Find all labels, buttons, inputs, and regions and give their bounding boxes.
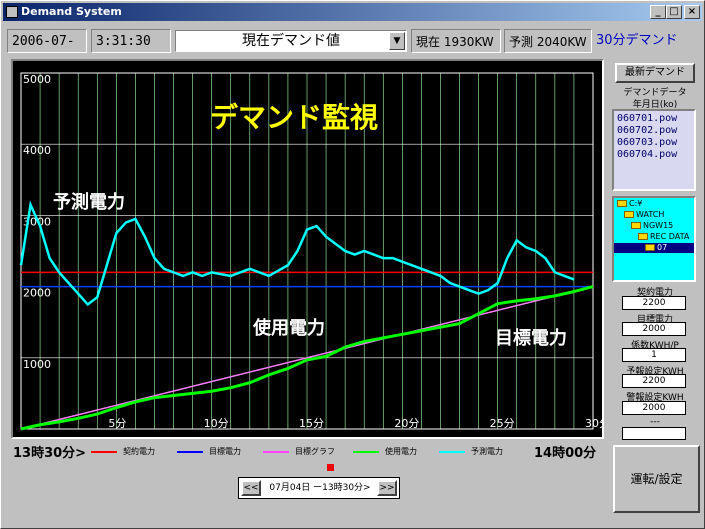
file-list[interactable]: 060701.pow 060702.pow 060703.pow 060704.… [612,109,696,191]
app-icon [6,6,18,18]
tree-item[interactable]: REC DATA [638,232,689,242]
alarm-value: 2200 [622,374,686,388]
legend-swatch [263,450,289,453]
chart-svg: 50004000300020001000 5分10分15分20分25分30分 デ… [19,72,610,431]
y-tick-label: 2000 [23,287,51,300]
current-demand-display: 現在 1930KW [411,29,501,53]
period-display: 30分デマンド [594,29,700,53]
folder-icon [617,200,627,207]
title-bar[interactable]: Demand System _ □ × [3,3,702,21]
mode-select[interactable]: 現在デマンド値 ▼ [175,30,407,52]
maximize-button[interactable]: □ [666,5,682,19]
time-display: 3:31:30 [91,29,171,53]
legend-swatch [91,450,117,453]
date-display: 2006-07-04 [7,29,87,73]
demand-chart: 50004000300020001000 5分10分15分20分25分30分 デ… [11,59,610,439]
side-panel: 最新デマンド デマンドデータ 年月日(ko) 060701.pow 060702… [609,59,701,440]
app-window: Demand System _ □ × 2006-07-04 3:31:30 現… [0,0,705,529]
contract-value: 2200 [622,296,686,310]
window-controls: _ □ × [650,5,700,19]
chart-title: デマンド監視 [210,101,378,134]
tree-item[interactable]: NGW15 [631,221,673,231]
legend-item: 予測電力 [439,446,503,457]
close-button[interactable]: × [684,5,700,19]
usage-annotation: 使用電力 [252,318,325,339]
time-marker [327,464,334,471]
window-title: Demand System [21,5,122,18]
x-tick-label: 10分 [204,417,229,430]
start-time-label: 13時30分> [13,446,87,461]
next-button[interactable]: >> [377,480,397,496]
x-axis-labels: 5分 10分 15分 20分 25分 30分 [108,417,610,430]
list-item[interactable]: 060704.pow [617,149,691,161]
directory-tree[interactable]: C:¥ WATCH NGW15 REC DATA 07 [612,196,696,282]
legend-swatch [177,450,203,453]
target-value: 2000 [622,322,686,336]
mode-select-value: 現在デマンド値 [242,33,340,49]
tree-item-selected[interactable]: 07 [614,243,694,253]
x-tick-label: 20分 [394,417,419,430]
end-time-label: 14時00分 [534,446,597,461]
misc-value [622,427,686,440]
chart-legend: 契約電力 目標電力 目標グラフ 使用電力 予測電力 [91,446,531,458]
folder-open-icon [645,244,655,251]
target-annotation: 目標電力 [495,327,567,349]
misc-label: --- [650,417,660,427]
minimize-button[interactable]: _ [650,5,666,19]
pulse-value: 1 [622,348,686,362]
x-tick-label: 25分 [490,417,515,430]
legend-item: 使用電力 [353,446,417,457]
latest-demand-button[interactable]: 最新デマンド [615,63,695,83]
tree-item[interactable]: C:¥ [617,199,642,209]
nav-date-text: 07月04日 ー13時30分> [269,483,371,493]
y-tick-label: 5000 [23,73,51,86]
legend-swatch [439,450,465,453]
list-item[interactable]: 060701.pow [617,113,691,125]
legend-item: 目標電力 [177,446,241,457]
legend-item: 目標グラフ [263,446,335,457]
x-tick-label: 15分 [299,417,324,430]
folder-icon [631,222,641,229]
folder-icon [624,211,634,218]
list-item[interactable]: 060702.pow [617,125,691,137]
legend-item: 契約電力 [91,446,155,457]
x-tick-label: 30分 [585,417,602,430]
prev-button[interactable]: << [241,480,261,496]
legend-swatch [353,450,379,453]
folder-icon [638,233,648,240]
operation-setting-button[interactable]: 運転/設定 [613,445,700,513]
warn-value: 2000 [622,401,686,415]
y-tick-label: 4000 [23,144,51,157]
y-tick-label: 1000 [23,358,51,371]
forecast-demand-display: 予測 2040KW [504,29,592,53]
x-tick-label: 5分 [108,417,126,430]
list-item[interactable]: 060703.pow [617,137,691,149]
tree-item[interactable]: WATCH [624,210,664,220]
chevron-down-icon[interactable]: ▼ [389,32,405,50]
forecast-annotation: 予測電力 [53,191,125,213]
date-navigator: << 07月04日 ー13時30分> >> [238,477,400,499]
series-line [19,200,575,307]
